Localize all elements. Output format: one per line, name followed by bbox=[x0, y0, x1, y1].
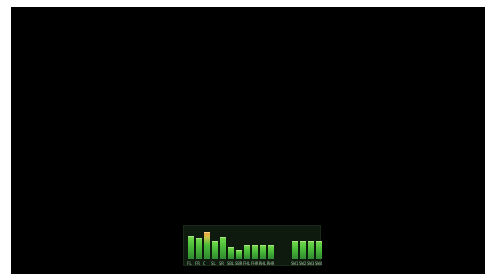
level-bar-sbr bbox=[236, 250, 242, 259]
channel-label-sw3: SW3 bbox=[307, 261, 315, 266]
channel-label-sl: SL bbox=[211, 261, 216, 266]
level-bar-rhl bbox=[260, 245, 266, 259]
channel-label-sbr: SBR bbox=[235, 261, 243, 266]
channel-label-sw4: SW4 bbox=[315, 261, 323, 266]
channel-label-sw2: SW2 bbox=[299, 261, 307, 266]
channel-level-meter: FL FR C SL SR SBL SBR FHL FHR RHL RHR SW1 SW2 SW3 SW4 bbox=[183, 225, 322, 267]
channel-label-sw1: SW1 bbox=[291, 261, 299, 266]
level-bar-fl bbox=[188, 236, 194, 259]
level-bar-sbl bbox=[228, 247, 234, 259]
channel-label-fl: FL bbox=[187, 261, 192, 266]
level-bar-fr bbox=[196, 238, 202, 259]
video-display-area: FL FR C SL SR SBL SBR FHL FHR RHL RHR SW1 SW2 SW3 SW4 bbox=[11, 7, 485, 274]
channel-label-rhl: RHL bbox=[259, 261, 267, 266]
level-bar-sw4 bbox=[316, 241, 322, 259]
channel-label-c: C bbox=[203, 261, 206, 266]
channel-label-sbl: SBL bbox=[227, 261, 235, 266]
channel-label-fr: FR bbox=[195, 261, 200, 266]
level-bar-fhr bbox=[252, 245, 258, 259]
level-bar-sw3 bbox=[308, 241, 314, 259]
channel-bars: FL FR C SL SR SBL SBR FHL FHR RHL RHR SW1 SW2 SW3 SW4 bbox=[184, 226, 322, 267]
level-bar-fhl bbox=[244, 245, 250, 259]
level-bar-sw1 bbox=[292, 241, 298, 259]
channel-label-sr: SR bbox=[219, 261, 224, 266]
level-bar-sl bbox=[212, 241, 218, 259]
level-bar-sr bbox=[220, 237, 226, 259]
channel-label-fhr: FHR bbox=[251, 261, 259, 266]
level-bar-rhr bbox=[268, 245, 274, 259]
level-bar-sw2 bbox=[300, 241, 306, 259]
level-bar-c bbox=[204, 232, 210, 259]
channel-label-rhr: RHR bbox=[267, 261, 275, 266]
channel-label-fhl: FHL bbox=[243, 261, 251, 266]
